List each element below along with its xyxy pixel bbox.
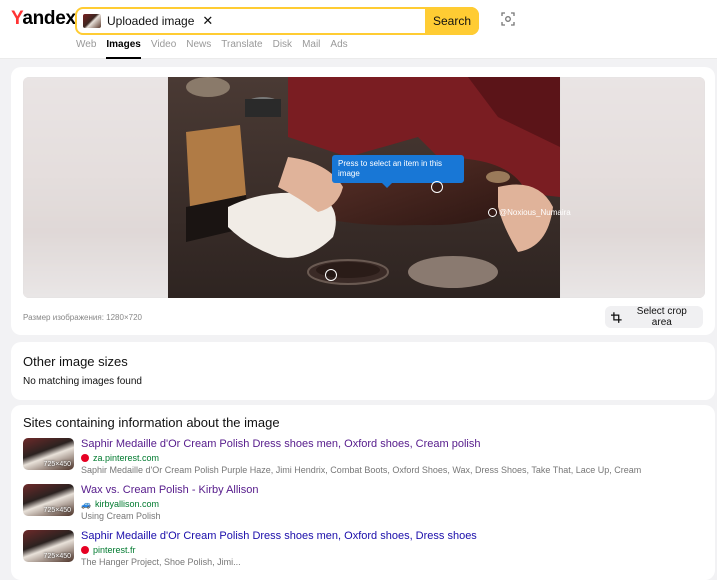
tab-news[interactable]: News: [186, 39, 211, 50]
list-item: 725×450 Saphir Medaille d'Or Cream Polis…: [23, 530, 713, 574]
result-domain[interactable]: za.pinterest.com: [81, 453, 159, 463]
hotspot-polish-tin[interactable]: [325, 269, 337, 281]
tab-translate[interactable]: Translate: [221, 39, 262, 50]
result-title-link[interactable]: Wax vs. Cream Polish - Kirby Allison: [81, 484, 258, 496]
result-title-link[interactable]: Saphir Medaille d'Or Cream Polish Dress …: [81, 438, 480, 450]
header: Yandex Uploaded image ✕ Search Web Image…: [0, 0, 717, 59]
car-icon: 🚙: [81, 499, 91, 509]
list-item: 725×450 Wax vs. Cream Polish - Kirby All…: [23, 484, 713, 528]
result-domain[interactable]: 🚙 kirbyallison.com: [81, 499, 159, 509]
sites-title: Sites containing information about the i…: [23, 415, 280, 430]
result-title-link[interactable]: Saphir Medaille d'Or Cream Polish Dress …: [81, 530, 477, 542]
blurred-background-left: [23, 77, 168, 298]
result-description: Saphir Medaille d'Or Cream Polish Purple…: [81, 465, 642, 475]
pinterest-icon: [81, 454, 89, 462]
search-bar[interactable]: Uploaded image ✕ Search: [75, 7, 479, 35]
tab-video[interactable]: Video: [151, 39, 176, 50]
crop-button-label: Select crop area: [636, 306, 687, 328]
yandex-logo[interactable]: Yandex: [11, 8, 76, 30]
thumbnail-size: 725×450: [43, 553, 71, 560]
image-viewer-card: Press to select an item in this image @N…: [11, 67, 715, 335]
result-thumbnail[interactable]: 725×450: [23, 530, 74, 562]
crop-icon: [611, 311, 622, 323]
tab-mail[interactable]: Mail: [302, 39, 320, 50]
other-sizes-title: Other image sizes: [23, 354, 128, 369]
tab-ads[interactable]: Ads: [330, 39, 347, 50]
instagram-icon: [488, 208, 497, 217]
list-item: 725×450 Saphir Medaille d'Or Cream Polis…: [23, 438, 713, 482]
image-size-info: Размер изображения: 1280×720: [23, 313, 142, 322]
result-thumbnail[interactable]: 725×450: [23, 438, 74, 470]
result-description: The Hanger Project, Shoe Polish, Jimi...: [81, 557, 241, 567]
blurred-background-right: [560, 77, 705, 298]
result-domain[interactable]: pinterest.fr: [81, 545, 136, 555]
clear-image-icon[interactable]: ✕: [202, 13, 213, 29]
result-thumbnail[interactable]: 725×450: [23, 484, 74, 516]
image-viewer[interactable]: Press to select an item in this image @N…: [23, 77, 705, 298]
uploaded-photo[interactable]: [168, 77, 560, 298]
uploaded-image-chip[interactable]: Uploaded image ✕: [83, 11, 213, 31]
uploaded-image-label: Uploaded image: [107, 14, 195, 28]
camera-search-icon[interactable]: [501, 12, 515, 26]
tab-disk[interactable]: Disk: [273, 39, 292, 50]
tab-web[interactable]: Web: [76, 39, 96, 50]
thumbnail-size: 725×450: [43, 507, 71, 514]
photo-watermark: @Noxious_Numaira: [488, 208, 571, 217]
service-tabs: Web Images Video News Translate Disk Mai…: [76, 39, 358, 59]
thumbnail-size: 725×450: [43, 461, 71, 468]
select-item-tooltip: Press to select an item in this image: [332, 155, 464, 188]
uploaded-image-thumbnail: [83, 14, 101, 28]
other-sizes-card: Other image sizes No matching images fou…: [11, 342, 715, 400]
select-crop-area-button[interactable]: Select crop area: [605, 306, 703, 328]
search-button[interactable]: Search: [425, 7, 479, 35]
sites-card: Sites containing information about the i…: [11, 405, 715, 580]
result-description: Using Cream Polish: [81, 511, 161, 521]
tab-images[interactable]: Images: [106, 39, 142, 59]
hotspot-shoe[interactable]: [431, 181, 443, 193]
pinterest-icon: [81, 546, 89, 554]
other-sizes-message: No matching images found: [23, 376, 142, 387]
